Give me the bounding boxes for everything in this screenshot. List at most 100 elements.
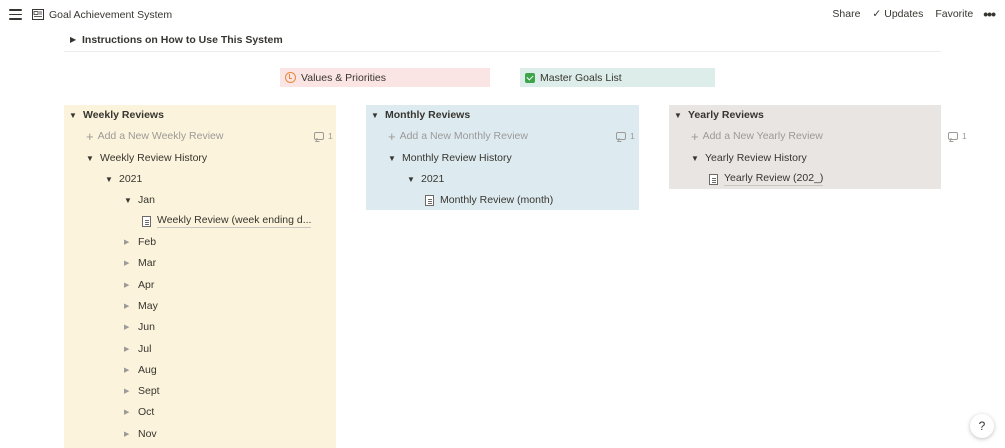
master-goals-label: Master Goals List <box>540 71 622 84</box>
checkbox-checked-icon <box>525 72 535 83</box>
month-toggle-jan[interactable]: ▼ Jan <box>124 190 155 210</box>
month-label: Jun <box>138 321 155 334</box>
triangle-down-icon[interactable]: ▼ <box>407 175 421 184</box>
monthly-history-toggle[interactable]: ▼ Monthly Review History <box>388 148 512 168</box>
values-priorities-link[interactable]: Values & Priorities <box>280 68 490 87</box>
share-button[interactable]: Share <box>832 8 860 20</box>
weekly-history-label: Weekly Review History <box>100 152 208 164</box>
monthly-review-page-link[interactable]: Monthly Review (month) <box>425 190 553 210</box>
comment-count[interactable]: 1 <box>616 131 635 141</box>
month-toggle[interactable]: ▶ Nov <box>124 424 157 444</box>
month-label: Jul <box>138 342 152 355</box>
comment-count-label: 1 <box>962 131 967 141</box>
month-label: Sept <box>138 385 160 398</box>
triangle-down-icon[interactable]: ▼ <box>371 111 385 120</box>
comment-count-label: 1 <box>630 131 635 141</box>
weekly-history-toggle[interactable]: ▼ Weekly Review History <box>86 148 207 168</box>
plus-icon: + <box>86 128 94 144</box>
triangle-down-icon[interactable]: ▼ <box>674 111 688 120</box>
triangle-down-icon[interactable]: ▼ <box>124 196 138 205</box>
month-toggle[interactable]: ▶ Feb <box>124 232 156 252</box>
triangle-right-icon[interactable]: ▶ <box>124 259 138 267</box>
add-weekly-review-button[interactable]: + Add a New Weekly Review <box>86 126 223 146</box>
month-toggle[interactable]: ▶ Aug <box>124 360 157 380</box>
triangle-down-icon[interactable]: ▼ <box>86 154 100 163</box>
monthly-year-label: 2021 <box>421 173 445 185</box>
weekly-reviews-column: ▼ Weekly Reviews + Add a New Weekly Revi… <box>64 105 336 448</box>
more-options-icon[interactable]: ••• <box>983 7 996 21</box>
weekly-year-label: 2021 <box>119 173 143 185</box>
menu-icon[interactable] <box>9 9 22 20</box>
comment-count-label: 1 <box>328 131 333 141</box>
month-label: Aug <box>138 363 157 376</box>
page-emoji-icon <box>32 9 44 20</box>
month-label: Apr <box>138 278 155 291</box>
month-label: May <box>138 299 158 312</box>
instructions-label: Instructions on How to Use This System <box>82 33 283 46</box>
month-toggle[interactable]: ▶ Jul <box>124 339 151 359</box>
document-icon <box>425 194 434 206</box>
add-monthly-review-label: Add a New Monthly Review <box>399 130 528 142</box>
month-label: Nov <box>138 427 157 440</box>
month-label: Oct <box>138 406 155 419</box>
triangle-right-icon[interactable]: ▶ <box>124 302 138 310</box>
triangle-right-icon[interactable]: ▶ <box>124 408 138 416</box>
updates-button[interactable]: ✓ Updates <box>872 8 923 20</box>
favorite-button[interactable]: Favorite <box>935 8 973 20</box>
breadcrumb-page-title[interactable]: Goal Achievement System <box>49 9 172 21</box>
add-yearly-review-label: Add a New Yearly Review <box>702 130 823 142</box>
triangle-right-icon[interactable]: ▶ <box>124 238 138 246</box>
yearly-reviews-heading: Yearly Reviews <box>688 109 764 121</box>
comment-count[interactable]: 1 <box>314 131 333 141</box>
yearly-reviews-column: ▼ Yearly Reviews + Add a New Yearly Revi… <box>669 105 941 189</box>
month-label-jan: Jan <box>138 194 155 206</box>
instructions-toggle[interactable]: ▶ Instructions on How to Use This System <box>64 28 941 52</box>
document-icon <box>709 173 718 185</box>
top-bar: Goal Achievement System Share ✓ Updates F… <box>0 0 1005 30</box>
triangle-down-icon[interactable]: ▼ <box>105 175 119 184</box>
triangle-right-icon[interactable]: ▶ <box>70 35 82 44</box>
monthly-reviews-column: ▼ Monthly Reviews + Add a New Monthly Re… <box>366 105 639 210</box>
comment-icon <box>314 132 324 140</box>
yearly-review-page-link[interactable]: Yearly Review (202_) <box>709 169 824 189</box>
month-toggle[interactable]: ▶ Jun <box>124 317 155 337</box>
yearly-reviews-toggle[interactable]: ▼ Yearly Reviews <box>674 105 764 125</box>
checkmark-icon: ✓ <box>872 8 882 20</box>
add-monthly-review-button[interactable]: + Add a New Monthly Review <box>388 126 528 146</box>
clock-icon <box>285 72 296 83</box>
help-button[interactable]: ? <box>970 414 994 438</box>
triangle-right-icon[interactable]: ▶ <box>124 345 138 353</box>
month-toggle[interactable]: ▶ Oct <box>124 402 154 422</box>
monthly-reviews-toggle[interactable]: ▼ Monthly Reviews <box>371 105 470 125</box>
weekly-review-page-title: Weekly Review (week ending d... <box>157 214 312 228</box>
yearly-history-toggle[interactable]: ▼ Yearly Review History <box>691 148 807 168</box>
month-toggle[interactable]: ▶ Apr <box>124 275 154 295</box>
triangle-right-icon[interactable]: ▶ <box>124 366 138 374</box>
monthly-review-page-title: Monthly Review (month) <box>440 194 554 206</box>
weekly-year-toggle[interactable]: ▼ 2021 <box>105 169 142 189</box>
master-goals-list-link[interactable]: Master Goals List <box>520 68 715 87</box>
month-toggle[interactable]: ▶ Sept <box>124 381 160 401</box>
triangle-down-icon[interactable]: ▼ <box>691 154 705 163</box>
monthly-reviews-heading: Monthly Reviews <box>385 109 471 121</box>
weekly-reviews-toggle[interactable]: ▼ Weekly Reviews <box>69 105 164 125</box>
weekly-review-page-link[interactable]: Weekly Review (week ending d... <box>142 211 312 231</box>
comment-icon <box>616 132 626 140</box>
monthly-year-toggle[interactable]: ▼ 2021 <box>407 169 444 189</box>
add-yearly-review-button[interactable]: + Add a New Yearly Review <box>691 126 823 146</box>
triangle-down-icon[interactable]: ▼ <box>388 154 402 163</box>
month-toggle[interactable]: ▶ May <box>124 296 158 316</box>
triangle-right-icon[interactable]: ▶ <box>124 281 138 289</box>
month-toggle[interactable]: ▶ Mar <box>124 253 156 273</box>
updates-label: Updates <box>884 8 924 20</box>
triangle-right-icon[interactable]: ▶ <box>124 430 138 438</box>
triangle-right-icon[interactable]: ▶ <box>124 387 138 395</box>
triangle-down-icon[interactable]: ▼ <box>69 111 83 120</box>
comment-icon <box>948 132 958 140</box>
triangle-right-icon[interactable]: ▶ <box>124 323 138 331</box>
weekly-reviews-heading: Weekly Reviews <box>83 109 164 121</box>
comment-count[interactable]: 1 <box>948 131 967 141</box>
yearly-review-page-title: Yearly Review (202_) <box>724 172 824 186</box>
plus-icon: + <box>388 128 396 144</box>
plus-icon: + <box>691 128 699 144</box>
